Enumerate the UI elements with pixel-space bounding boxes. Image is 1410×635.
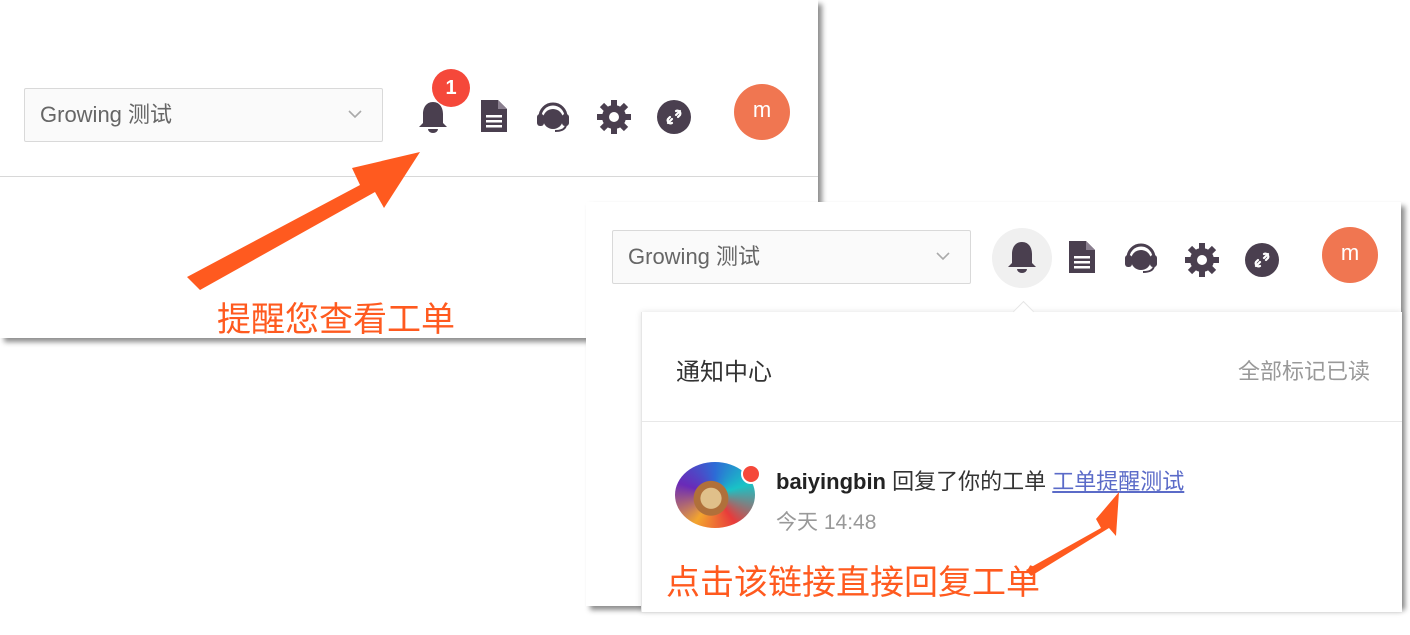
annotation-remind: 提醒您查看工单 [217, 301, 455, 339]
screenshot-panel-bottom: Growing 测试 m 通知中心 全部标记已读 baiyingbin 回复了你… [586, 202, 1402, 612]
annotation-click-link: 点击该链接直接回复工单 [666, 564, 1040, 602]
arrow-to-link [1026, 492, 1119, 576]
